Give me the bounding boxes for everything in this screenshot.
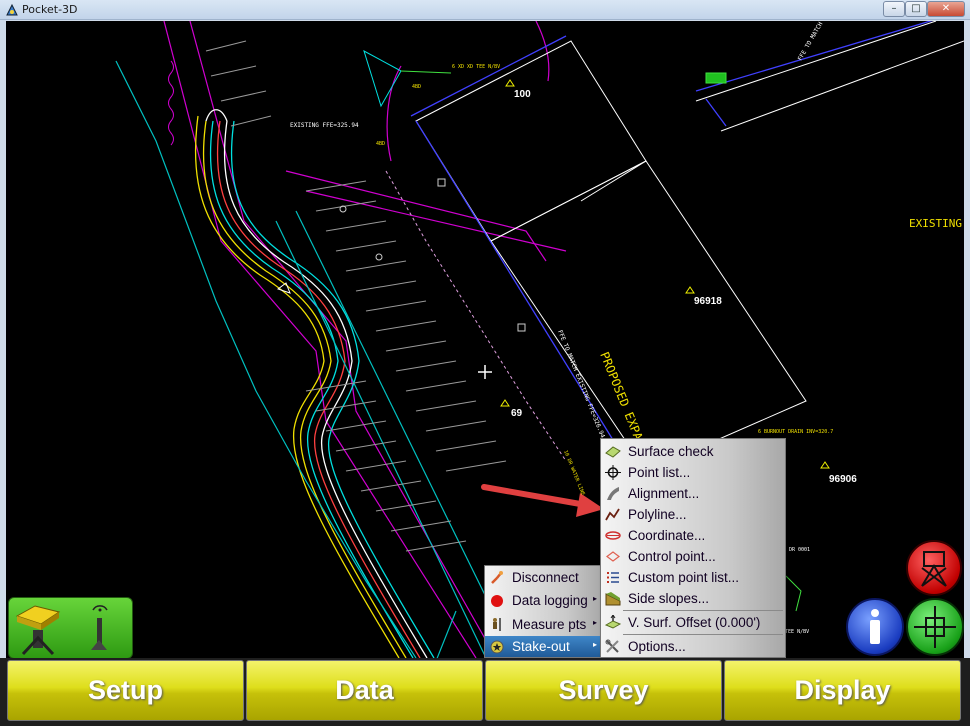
data-button[interactable]: Data [246, 660, 483, 721]
menu-separator [623, 610, 783, 611]
menu-item-label: Surface check [628, 444, 714, 459]
menu-item-point-list[interactable]: Point list... [601, 462, 785, 483]
menu-item-options[interactable]: Options... [601, 636, 785, 657]
stakeout-icon [490, 640, 504, 654]
menu-item-label: Disconnect [512, 570, 579, 585]
survey-button[interactable]: Survey [485, 660, 722, 721]
submenu-arrow-icon: ▸ [592, 594, 597, 603]
map-canvas[interactable]: EXISTING FFE=325.94 EXISTING E 6 XD XD T… [6, 21, 964, 658]
point-label: 69 [511, 408, 523, 419]
stop-stakeout-button[interactable] [906, 540, 962, 596]
submenu-arrow-icon: ▸ [592, 618, 597, 627]
control-point-icon [606, 551, 620, 562]
menu-item-v-surf-offset[interactable]: V. Surf. Offset (0.000') [601, 612, 785, 633]
gps-status-panel[interactable] [8, 597, 133, 659]
zoom-center-button[interactable] [906, 598, 964, 656]
menu-item-label: Control point... [628, 549, 716, 564]
menu-item-surface-check[interactable]: Surface check [601, 441, 785, 462]
gps-rover-icon [15, 605, 108, 656]
menu-item-data-logging[interactable]: Data logging ▸ [485, 590, 602, 611]
annotation-arrow [481, 484, 604, 517]
map-label: 6 XD XD TEE N/BV [452, 64, 500, 70]
map-label: FFE TO MATCH EXISTING FFE=3 [797, 21, 852, 62]
list-icon [607, 572, 619, 583]
map-label: EXISTING FFE=325.94 [290, 122, 359, 129]
menu-item-polyline[interactable]: Polyline... [601, 504, 785, 525]
menu-item-label: Polyline... [628, 507, 687, 522]
menu-item-alignment[interactable]: Alignment... [601, 483, 785, 504]
app-icon [6, 3, 18, 16]
disconnect-icon [491, 571, 503, 584]
menu-item-label: Options... [628, 639, 686, 654]
minimize-button[interactable]: – [883, 1, 905, 17]
record-icon [491, 595, 503, 607]
map-label: 4BD [412, 84, 421, 90]
map-crosshair [478, 365, 492, 379]
slope-icon [605, 592, 621, 606]
polyline-icon [605, 508, 620, 521]
menu-item-coordinate[interactable]: Coordinate... [601, 525, 785, 546]
map-label: 6 BURNOUT DRAIN INV=320.7 [758, 429, 833, 435]
menu-item-control-point[interactable]: Control point... [601, 546, 785, 567]
close-button[interactable]: ✕ [927, 1, 965, 17]
menu-item-label: Measure pts [512, 617, 587, 632]
menu-item-label: Alignment... [628, 486, 700, 501]
rover-icon [493, 618, 501, 631]
survey-menu: Disconnect Data logging ▸ Measure pts ▸ … [484, 565, 603, 658]
menu-item-label: Point list... [628, 465, 691, 480]
map-label: EXISTING E [909, 217, 964, 230]
point-label: 96906 [829, 474, 857, 485]
rover-stop-icon [921, 551, 947, 587]
display-button[interactable]: Display [724, 660, 961, 721]
menu-item-measure-pts[interactable]: Measure pts ▸ [485, 614, 602, 635]
stakeout-submenu: Surface check Point list... Alignment...… [600, 438, 786, 658]
menu-item-label: V. Surf. Offset (0.000') [628, 615, 761, 630]
menu-separator [623, 634, 783, 635]
menu-item-label: Side slopes... [628, 591, 710, 606]
alignment-icon [607, 487, 619, 500]
tools-icon [605, 639, 619, 653]
menu-item-stake-out[interactable]: Stake-out ▸ [485, 636, 602, 657]
map-label: DR 0001 [789, 547, 810, 553]
coordinate-icon [605, 531, 621, 540]
map-label: 4BD [376, 141, 385, 147]
map-label: FFE TO MATCH EXISTING FFE=326.94 [556, 329, 606, 439]
info-button[interactable] [846, 598, 904, 656]
crosshair-icon [605, 465, 621, 480]
map-label: 10 DR WATER LINE [562, 450, 586, 497]
surface-icon [605, 446, 621, 458]
window-title: Pocket-3D [22, 3, 78, 16]
point-label: 96918 [694, 296, 722, 307]
cad-drawing: EXISTING FFE=325.94 EXISTING E 6 XD XD T… [115, 21, 964, 658]
menu-item-label: Custom point list... [628, 570, 740, 585]
menu-item-label: Coordinate... [628, 528, 706, 543]
menu-item-side-slopes[interactable]: Side slopes... [601, 588, 785, 609]
info-icon [870, 609, 880, 644]
maximize-button[interactable]: □ [905, 1, 927, 17]
menu-item-label: Data logging [512, 593, 588, 608]
menu-item-label: Stake-out [512, 639, 570, 654]
crosshair-icon [914, 606, 956, 648]
offset-icon [605, 615, 621, 629]
point-label: 100 [514, 89, 531, 100]
menu-item-disconnect[interactable]: Disconnect [485, 567, 602, 588]
menu-item-custom-point-list[interactable]: Custom point list... [601, 567, 785, 588]
title-bar[interactable]: Pocket-3D – □ ✕ [0, 0, 970, 20]
app-window: Pocket-3D – □ ✕ EXISTING FFE=325.94 EXIS… [0, 0, 970, 726]
setup-button[interactable]: Setup [7, 660, 244, 721]
submenu-arrow-icon: ▸ [592, 640, 597, 649]
